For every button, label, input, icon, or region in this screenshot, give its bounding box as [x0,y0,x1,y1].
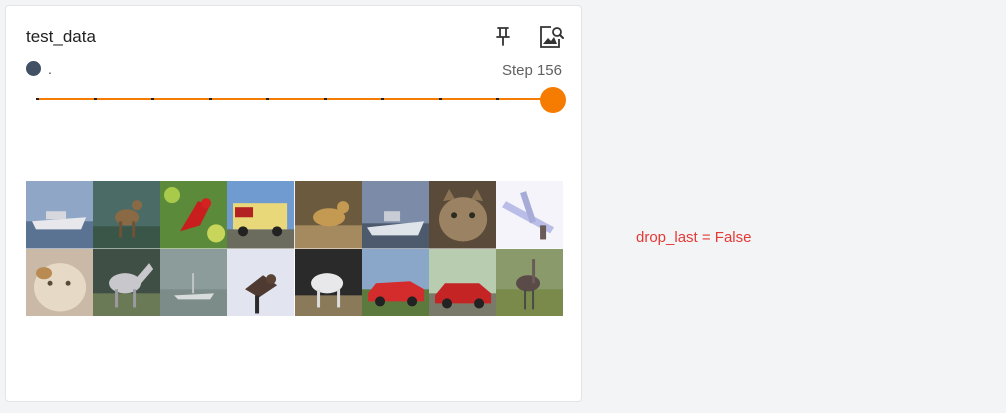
step-slider[interactable] [36,86,568,114]
slider-tick [36,98,39,100]
image-thumbnail-cat [428,181,496,249]
card-title: test_data [26,27,96,46]
pin-icon [496,27,510,46]
image-thumbnail-cat [26,248,94,316]
image-search-button[interactable] [537,23,565,51]
image-thumbnail-truck [227,181,295,249]
image-thumbnail-ship [160,248,228,316]
slider-tick [208,98,212,100]
image-thumbnail-automobile [428,248,496,316]
run-name: . [48,61,52,77]
image-thumbnail-bird [227,248,295,316]
image-thumbnail-deer [294,181,362,249]
slider-tick [381,98,384,100]
image-thumbnail-bird [495,248,563,316]
image-thumbnail-horse [93,248,161,316]
image-grid [26,181,563,316]
step-label: Step 156 [501,62,562,79]
image-thumbnail-boat [26,181,94,249]
slider-track[interactable] [36,98,552,100]
image-thumbnail-horse [294,248,362,316]
pin-button[interactable] [492,25,514,47]
image-card: test_data . Step 156 [5,5,582,402]
image-thumbnail-automobile [361,248,429,316]
slider-tick [93,98,97,100]
run-color-dot [26,61,41,76]
image-thumbnail-ship [361,181,429,249]
image-thumbnail-bird [160,181,228,249]
image-thumbnail-deer [93,181,161,249]
slider-tick [323,98,327,100]
drop-last-note: drop_last = False [636,229,752,246]
slider-thumb[interactable] [540,87,566,113]
slider-tick [496,98,499,100]
image-thumbnail-airplane [495,181,563,249]
image-search-icon [540,26,564,48]
slider-tick [266,98,269,100]
slider-tick [151,98,154,100]
slider-tick [438,98,442,100]
